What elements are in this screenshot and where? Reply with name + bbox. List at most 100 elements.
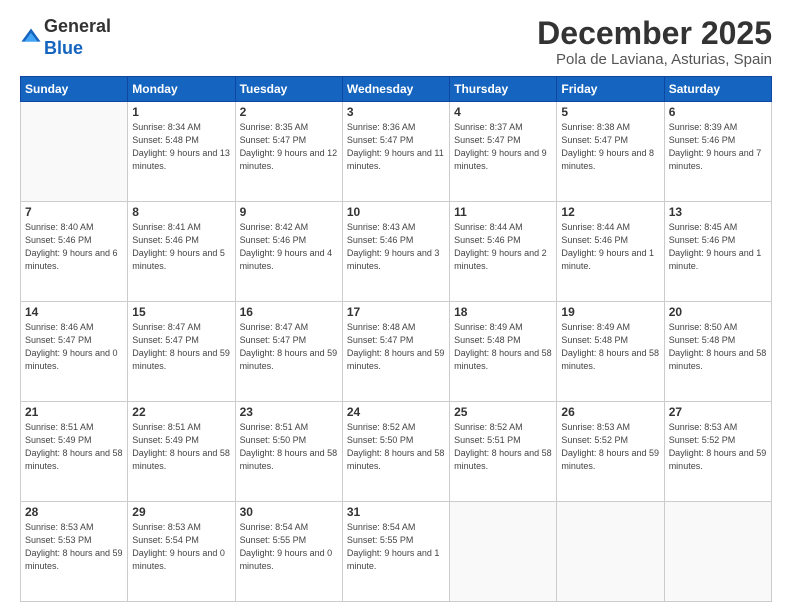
day-info: Sunrise: 8:41 AM Sunset: 5:46 PM Dayligh… <box>132 221 230 273</box>
table-row <box>21 102 128 202</box>
table-row: 12Sunrise: 8:44 AM Sunset: 5:46 PM Dayli… <box>557 202 664 302</box>
day-number: 12 <box>561 205 659 219</box>
day-number: 3 <box>347 105 445 119</box>
table-row: 6 Sunrise: 8:39 AM Sunset: 5:46 PM Daylig… <box>664 102 771 202</box>
day-number: 16 <box>240 305 338 319</box>
day-info: Sunrise: 8:44 AM Sunset: 5:46 PM Dayligh… <box>454 221 552 273</box>
table-row: 17 Sunrise: 8:48 AM Sunset: 5:47 PM Dayli… <box>342 302 449 402</box>
day-number: 31 <box>347 505 445 519</box>
day-number: 17 <box>347 305 445 319</box>
table-row: 27Sunrise: 8:53 AM Sunset: 5:52 PM Dayli… <box>664 402 771 502</box>
day-number: 22 <box>132 405 230 419</box>
day-info: Sunrise: 8:47 AM Sunset: 5:47 PM Dayligh… <box>132 321 230 373</box>
day-number: 20 <box>669 305 767 319</box>
day-info: Sunrise: 8:42 AM Sunset: 5:46 PM Dayligh… <box>240 221 338 273</box>
day-info: Sunrise: 8:36 AM Sunset: 5:47 PM Dayligh… <box>347 121 445 173</box>
day-info: Sunrise: 8:52 AM Sunset: 5:50 PM Dayligh… <box>347 421 445 473</box>
logo-blue-text: Blue <box>44 38 83 58</box>
table-row: 8 Sunrise: 8:41 AM Sunset: 5:46 PM Daylig… <box>128 202 235 302</box>
day-info: Sunrise: 8:43 AM Sunset: 5:46 PM Dayligh… <box>347 221 445 273</box>
table-row <box>557 502 664 602</box>
col-tuesday: Tuesday <box>235 77 342 102</box>
day-info: Sunrise: 8:34 AM Sunset: 5:48 PM Dayligh… <box>132 121 230 173</box>
day-info: Sunrise: 8:49 AM Sunset: 5:48 PM Dayligh… <box>454 321 552 373</box>
day-number: 4 <box>454 105 552 119</box>
day-info: Sunrise: 8:51 AM Sunset: 5:49 PM Dayligh… <box>25 421 123 473</box>
day-number: 6 <box>669 105 767 119</box>
day-info: Sunrise: 8:38 AM Sunset: 5:47 PM Dayligh… <box>561 121 659 173</box>
table-row: 4 Sunrise: 8:37 AM Sunset: 5:47 PM Daylig… <box>450 102 557 202</box>
table-row: 26 Sunrise: 8:53 AM Sunset: 5:52 PM Dayli… <box>557 402 664 502</box>
day-info: Sunrise: 8:54 AM Sunset: 5:55 PM Dayligh… <box>240 521 338 573</box>
table-row: 22 Sunrise: 8:51 AM Sunset: 5:49 PM Dayli… <box>128 402 235 502</box>
table-row: 30 Sunrise: 8:54 AM Sunset: 5:55 PM Dayli… <box>235 502 342 602</box>
logo-icon <box>20 27 42 49</box>
day-info: Sunrise: 8:47 AM Sunset: 5:47 PM Dayligh… <box>240 321 338 373</box>
table-row: 11 Sunrise: 8:44 AM Sunset: 5:46 PM Dayli… <box>450 202 557 302</box>
day-number: 9 <box>240 205 338 219</box>
day-info: Sunrise: 8:35 AM Sunset: 5:47 PM Dayligh… <box>240 121 338 173</box>
table-row: 19Sunrise: 8:49 AM Sunset: 5:48 PM Dayli… <box>557 302 664 402</box>
col-sunday: Sunday <box>21 77 128 102</box>
title-block: December 2025 Pola de Laviana, Asturias,… <box>537 16 772 68</box>
day-info: Sunrise: 8:54 AM Sunset: 5:55 PM Dayligh… <box>347 521 445 573</box>
day-number: 10 <box>347 205 445 219</box>
day-number: 26 <box>561 405 659 419</box>
day-number: 14 <box>25 305 123 319</box>
table-row: 3 Sunrise: 8:36 AM Sunset: 5:47 PM Daylig… <box>342 102 449 202</box>
table-row: 9 Sunrise: 8:42 AM Sunset: 5:46 PM Daylig… <box>235 202 342 302</box>
day-number: 11 <box>454 205 552 219</box>
day-info: Sunrise: 8:53 AM Sunset: 5:52 PM Dayligh… <box>561 421 659 473</box>
day-info: Sunrise: 8:53 AM Sunset: 5:54 PM Dayligh… <box>132 521 230 573</box>
table-row: 7Sunrise: 8:40 AM Sunset: 5:46 PM Daylig… <box>21 202 128 302</box>
table-row: 10 Sunrise: 8:43 AM Sunset: 5:46 PM Dayli… <box>342 202 449 302</box>
day-info: Sunrise: 8:53 AM Sunset: 5:53 PM Dayligh… <box>25 521 123 573</box>
day-number: 2 <box>240 105 338 119</box>
day-number: 30 <box>240 505 338 519</box>
day-number: 18 <box>454 305 552 319</box>
table-row: 21 Sunrise: 8:51 AM Sunset: 5:49 PM Dayli… <box>21 402 128 502</box>
header: General Blue December 2025 Pola de Lavia… <box>20 16 772 68</box>
table-row: 20 Sunrise: 8:50 AM Sunset: 5:48 PM Dayli… <box>664 302 771 402</box>
day-number: 25 <box>454 405 552 419</box>
table-row: 14 Sunrise: 8:46 AM Sunset: 5:47 PM Dayli… <box>21 302 128 402</box>
table-row: 13Sunrise: 8:45 AM Sunset: 5:46 PM Dayli… <box>664 202 771 302</box>
day-info: Sunrise: 8:51 AM Sunset: 5:49 PM Dayligh… <box>132 421 230 473</box>
table-row: 2 Sunrise: 8:35 AM Sunset: 5:47 PM Daylig… <box>235 102 342 202</box>
table-row: 5 Sunrise: 8:38 AM Sunset: 5:47 PM Daylig… <box>557 102 664 202</box>
day-number: 19 <box>561 305 659 319</box>
day-number: 7 <box>25 205 123 219</box>
logo-general-text: General <box>44 16 111 36</box>
col-monday: Monday <box>128 77 235 102</box>
day-number: 13 <box>669 205 767 219</box>
day-info: Sunrise: 8:46 AM Sunset: 5:47 PM Dayligh… <box>25 321 123 373</box>
table-row: 1 Sunrise: 8:34 AM Sunset: 5:48 PM Daylig… <box>128 102 235 202</box>
page: General Blue December 2025 Pola de Lavia… <box>0 0 792 612</box>
table-row: 23Sunrise: 8:51 AM Sunset: 5:50 PM Dayli… <box>235 402 342 502</box>
day-info: Sunrise: 8:50 AM Sunset: 5:48 PM Dayligh… <box>669 321 767 373</box>
table-row: 31 Sunrise: 8:54 AM Sunset: 5:55 PM Dayli… <box>342 502 449 602</box>
table-row: 16 Sunrise: 8:47 AM Sunset: 5:47 PM Dayli… <box>235 302 342 402</box>
col-friday: Friday <box>557 77 664 102</box>
day-info: Sunrise: 8:48 AM Sunset: 5:47 PM Dayligh… <box>347 321 445 373</box>
calendar-header-row: Sunday Monday Tuesday Wednesday Thursday… <box>21 77 772 102</box>
day-number: 1 <box>132 105 230 119</box>
table-row: 28Sunrise: 8:53 AM Sunset: 5:53 PM Dayli… <box>21 502 128 602</box>
day-info: Sunrise: 8:39 AM Sunset: 5:46 PM Dayligh… <box>669 121 767 173</box>
table-row <box>450 502 557 602</box>
table-row: 15Sunrise: 8:47 AM Sunset: 5:47 PM Dayli… <box>128 302 235 402</box>
day-number: 29 <box>132 505 230 519</box>
table-row: 24Sunrise: 8:52 AM Sunset: 5:50 PM Dayli… <box>342 402 449 502</box>
month-title: December 2025 <box>537 16 772 51</box>
day-number: 23 <box>240 405 338 419</box>
day-number: 21 <box>25 405 123 419</box>
day-number: 8 <box>132 205 230 219</box>
table-row: 29 Sunrise: 8:53 AM Sunset: 5:54 PM Dayli… <box>128 502 235 602</box>
location: Pola de Laviana, Asturias, Spain <box>537 51 772 68</box>
day-number: 27 <box>669 405 767 419</box>
logo: General Blue <box>20 16 111 59</box>
calendar: Sunday Monday Tuesday Wednesday Thursday… <box>20 76 772 602</box>
day-info: Sunrise: 8:37 AM Sunset: 5:47 PM Dayligh… <box>454 121 552 173</box>
day-number: 5 <box>561 105 659 119</box>
table-row: 18 Sunrise: 8:49 AM Sunset: 5:48 PM Dayli… <box>450 302 557 402</box>
